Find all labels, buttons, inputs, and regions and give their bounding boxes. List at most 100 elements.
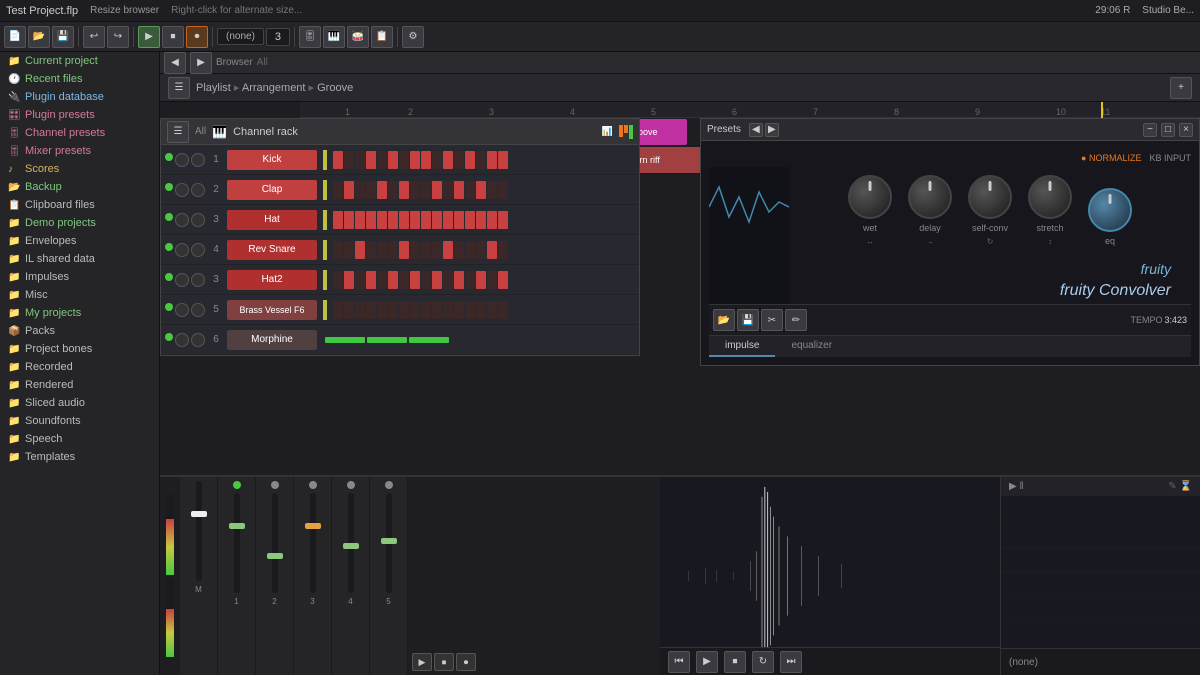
cr-name-hat[interactable]: Hat — [227, 210, 317, 230]
wf-stop-btn[interactable]: ⏹ — [724, 651, 746, 673]
sidebar-item-envelopes[interactable]: 📁 Envelopes — [0, 232, 159, 250]
ch1-led[interactable] — [233, 481, 241, 489]
cr-step[interactable] — [366, 241, 376, 259]
cp-tab-equalizer[interactable]: equalizer — [775, 336, 848, 357]
toolbar-piano[interactable]: 🎹 — [323, 26, 345, 48]
cr-step[interactable] — [388, 181, 398, 199]
sidebar-item-clipboard[interactable]: 📋 Clipboard files — [0, 196, 159, 214]
sidebar-item-plugin-database[interactable]: 🔌 Plugin database — [0, 88, 159, 106]
toolbar-new[interactable]: 📄 — [4, 26, 26, 48]
cr-step[interactable] — [443, 151, 453, 169]
toolbar-playlist[interactable]: 📋 — [371, 26, 393, 48]
cr-step[interactable] — [443, 301, 453, 319]
cr-step[interactable] — [476, 151, 486, 169]
cr-step[interactable] — [432, 151, 442, 169]
cr-step[interactable] — [355, 211, 365, 229]
toolbar-stop[interactable]: ⏹ — [162, 26, 184, 48]
cr-knob-clap[interactable] — [175, 183, 189, 197]
toolbar-open[interactable]: 📂 — [28, 26, 50, 48]
cr-step[interactable] — [410, 271, 420, 289]
cp-prev-btn[interactable]: ◀ — [749, 123, 763, 137]
transport-stop[interactable]: ⏹ — [434, 653, 454, 671]
ch5-led[interactable] — [385, 481, 393, 489]
cr-knob-brass[interactable] — [175, 303, 189, 317]
cr-step[interactable] — [465, 151, 475, 169]
sidebar-item-mixer-presets[interactable]: 🎚 Mixer presets — [0, 142, 159, 160]
cr-step[interactable] — [355, 271, 365, 289]
cr-step[interactable] — [388, 271, 398, 289]
cr-knob-kick[interactable] — [175, 153, 189, 167]
ch3-led[interactable] — [309, 481, 317, 489]
cr-step[interactable] — [366, 211, 376, 229]
toolbar-channel-rack[interactable]: 🥁 — [347, 26, 369, 48]
cr-step[interactable] — [333, 271, 343, 289]
cr-step[interactable] — [355, 181, 365, 199]
cr-step[interactable] — [443, 211, 453, 229]
cr-step[interactable] — [333, 211, 343, 229]
sidebar-item-scores[interactable]: ♪ Scores — [0, 160, 159, 178]
knob-wet[interactable] — [848, 175, 892, 219]
cr-step[interactable] — [410, 241, 420, 259]
cr-step[interactable] — [421, 181, 431, 199]
sidebar-item-backup[interactable]: 📂 Backup — [0, 178, 159, 196]
cr-led-morphine[interactable] — [165, 333, 173, 341]
toolbar-play[interactable]: ▶ — [138, 26, 160, 48]
sidebar-item-current-project[interactable]: 📁 Current project — [0, 52, 159, 70]
transport-rec[interactable]: ⏺ — [456, 653, 476, 671]
cr-step[interactable] — [377, 211, 387, 229]
cr-step[interactable] — [476, 181, 486, 199]
cr-step[interactable] — [498, 241, 508, 259]
toolbar-redo[interactable]: ↪ — [107, 26, 129, 48]
cr-step[interactable] — [454, 151, 464, 169]
cr-step[interactable] — [333, 301, 343, 319]
wf-loop-btn[interactable]: ↻ — [752, 651, 774, 673]
cr-step[interactable] — [454, 181, 464, 199]
wf-prev-btn[interactable]: ⏮ — [668, 651, 690, 673]
cr-step[interactable] — [443, 241, 453, 259]
cr-step[interactable] — [443, 271, 453, 289]
cr-step[interactable] — [465, 211, 475, 229]
transport-play[interactable]: ▶ — [412, 653, 432, 671]
cr-pan-morphine[interactable] — [191, 333, 205, 347]
cr-name-morphine[interactable]: Morphine — [227, 330, 317, 350]
ch2-fader-handle[interactable] — [267, 553, 283, 559]
cr-step[interactable] — [432, 211, 442, 229]
sidebar-item-misc[interactable]: 📁 Misc — [0, 286, 159, 304]
cp-toolbar-open[interactable]: 📂 — [713, 309, 735, 331]
sidebar-item-demo[interactable]: 📁 Demo projects — [0, 214, 159, 232]
cr-note-1[interactable] — [325, 337, 365, 343]
cp-toolbar-edit[interactable]: ✏ — [785, 309, 807, 331]
cr-step[interactable] — [454, 301, 464, 319]
toolbar-save[interactable]: 💾 — [52, 26, 74, 48]
cr-note-3[interactable] — [409, 337, 449, 343]
cp-max-btn[interactable]: □ — [1161, 123, 1175, 137]
cr-step[interactable] — [377, 241, 387, 259]
cr-led-brass[interactable] — [165, 303, 173, 311]
cr-step[interactable] — [454, 271, 464, 289]
cr-step[interactable] — [388, 241, 398, 259]
cr-led-revsnare[interactable] — [165, 243, 173, 251]
cr-knob-hat[interactable] — [175, 213, 189, 227]
cr-step[interactable] — [377, 271, 387, 289]
cr-step[interactable] — [432, 241, 442, 259]
cr-knob-revsnare[interactable] — [175, 243, 189, 257]
toolbar-record[interactable]: ⏺ — [186, 26, 208, 48]
sidebar-item-channel-presets[interactable]: 🎚 Channel presets — [0, 124, 159, 142]
cr-step[interactable] — [454, 211, 464, 229]
cr-step[interactable] — [421, 151, 431, 169]
browser-forward[interactable]: ▶ — [190, 52, 212, 74]
ch3-fader-handle[interactable] — [305, 523, 321, 529]
cr-pan-revsnare[interactable] — [191, 243, 205, 257]
cr-step[interactable] — [333, 241, 343, 259]
wf-play-btn[interactable]: ▶ — [696, 651, 718, 673]
cr-step[interactable] — [487, 211, 497, 229]
sidebar-item-recorded[interactable]: 📁 Recorded — [0, 358, 159, 376]
cr-step[interactable] — [333, 151, 343, 169]
cp-close-btn[interactable]: × — [1179, 123, 1193, 137]
cr-step[interactable] — [487, 271, 497, 289]
playlist-menu[interactable]: ☰ — [168, 77, 190, 99]
cr-step[interactable] — [410, 151, 420, 169]
cr-step[interactable] — [344, 151, 354, 169]
cr-step[interactable] — [487, 241, 497, 259]
knob-eq[interactable] — [1088, 188, 1132, 232]
